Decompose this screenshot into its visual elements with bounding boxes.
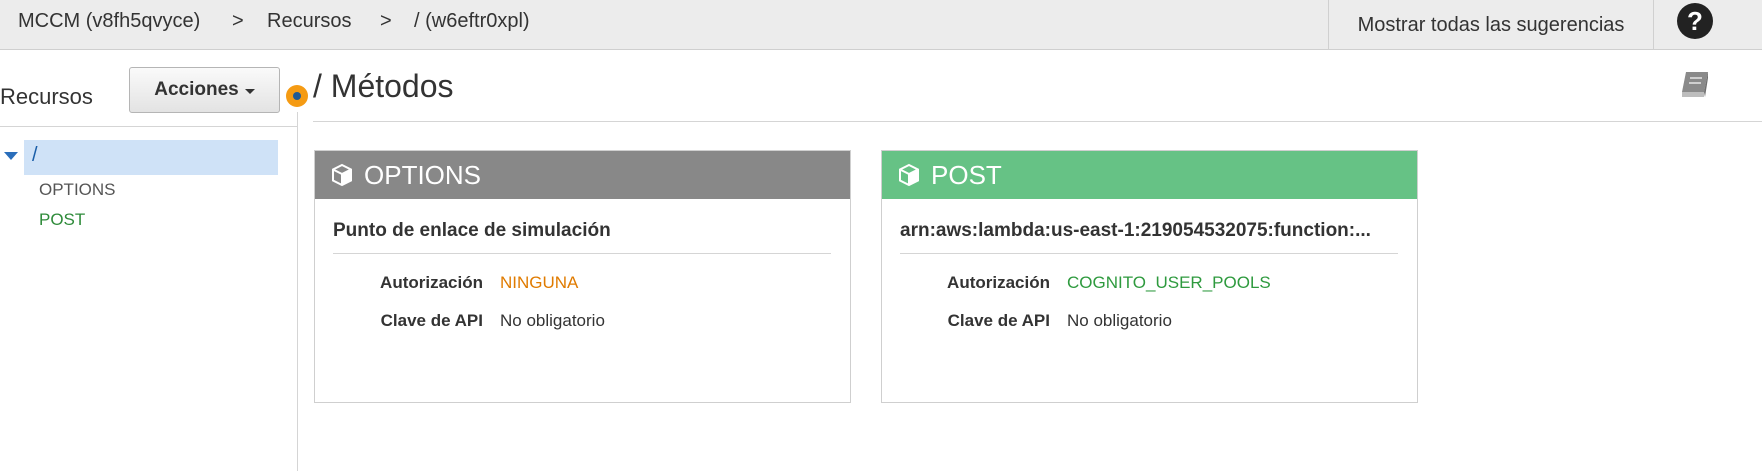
authorization-label: Autorización xyxy=(380,273,483,292)
panel-splitter xyxy=(297,112,298,471)
method-card-header[interactable]: OPTIONS xyxy=(315,151,850,199)
method-name: POST xyxy=(931,159,1002,190)
breadcrumb-resources[interactable]: Recursos xyxy=(267,10,351,33)
breadcrumb-api[interactable]: MCCM (v8fh5qvyce) xyxy=(18,10,200,33)
method-name: OPTIONS xyxy=(364,159,482,190)
help-icon[interactable]: ? xyxy=(1677,3,1713,39)
authorization-value: NINGUNA xyxy=(500,273,579,292)
actions-dropdown-button[interactable]: Acciones xyxy=(129,67,280,113)
tree-method-post[interactable]: POST xyxy=(39,210,85,230)
authorization-label: Autorización xyxy=(947,273,1050,292)
tree-collapse-icon[interactable] xyxy=(4,152,18,160)
api-key-value: No obligatorio xyxy=(500,311,605,330)
integration-label: arn:aws:lambda:us-east-1:219054532075:fu… xyxy=(900,220,1371,241)
book-icon[interactable] xyxy=(1678,68,1714,100)
top-bar: MCCM (v8fh5qvyce) > Recursos > / (w6eftr… xyxy=(0,0,1762,50)
page-title: / Métodos xyxy=(313,68,454,104)
authorization-value: COGNITO_USER_POOLS xyxy=(1067,273,1271,292)
panel-divider xyxy=(0,126,297,127)
resource-tree-root[interactable]: / xyxy=(24,140,278,175)
show-all-suggestions-button[interactable]: Mostrar todas las sugerencias xyxy=(1328,0,1654,50)
cube-icon xyxy=(332,163,352,187)
breadcrumb-current-resource: / (w6eftr0xpl) xyxy=(414,10,530,32)
resources-panel-title: Recursos xyxy=(0,84,93,109)
api-key-label: Clave de API xyxy=(947,311,1050,330)
cube-icon xyxy=(899,163,919,187)
actions-label: Acciones xyxy=(154,79,239,100)
card-divider xyxy=(900,253,1398,254)
card-divider xyxy=(333,253,831,254)
api-key-value: No obligatorio xyxy=(1067,311,1172,330)
breadcrumb-separator: > xyxy=(380,10,392,32)
method-card-post: POST arn:aws:lambda:us-east-1:2190545320… xyxy=(881,150,1418,403)
panel-resize-handle[interactable] xyxy=(286,85,308,107)
integration-label: Punto de enlace de simulación xyxy=(333,220,611,241)
breadcrumb-separator: > xyxy=(232,10,244,32)
title-divider xyxy=(313,121,1762,122)
method-card-options: OPTIONS Punto de enlace de simulación Au… xyxy=(314,150,851,403)
api-key-label: Clave de API xyxy=(380,311,483,330)
tree-method-options[interactable]: OPTIONS xyxy=(39,180,116,200)
caret-down-icon xyxy=(244,88,255,94)
method-card-header[interactable]: POST xyxy=(882,151,1417,199)
